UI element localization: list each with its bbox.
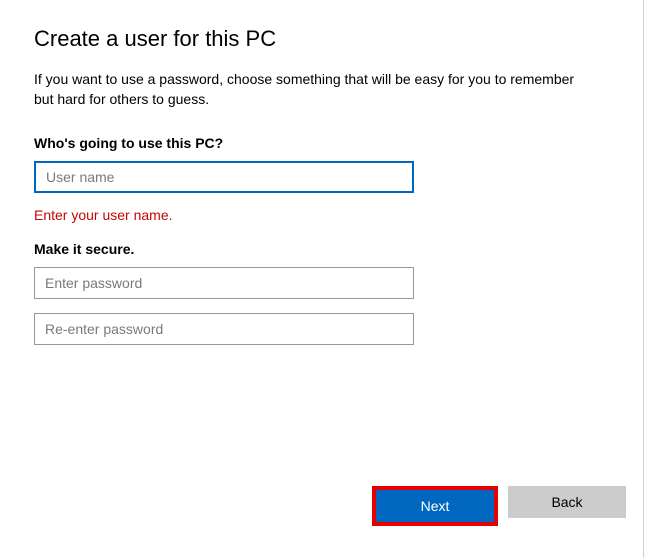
button-bar: Next Back [372,486,626,526]
next-button[interactable]: Next [376,490,494,522]
back-button[interactable]: Back [508,486,626,518]
username-label: Who's going to use this PC? [34,135,609,151]
password-field-group [34,267,609,299]
username-error: Enter your user name. [34,207,609,223]
content-wrapper: Create a user for this PC If you want to… [0,0,644,558]
password-confirm-input[interactable] [34,313,414,345]
username-input[interactable] [34,161,414,193]
page-title: Create a user for this PC [34,26,609,52]
next-button-highlight: Next [372,486,498,526]
username-field-group [34,161,609,193]
password-input[interactable] [34,267,414,299]
password-confirm-field-group [34,313,609,345]
page-description: If you want to use a password, choose so… [34,70,594,109]
password-label: Make it secure. [34,241,609,257]
